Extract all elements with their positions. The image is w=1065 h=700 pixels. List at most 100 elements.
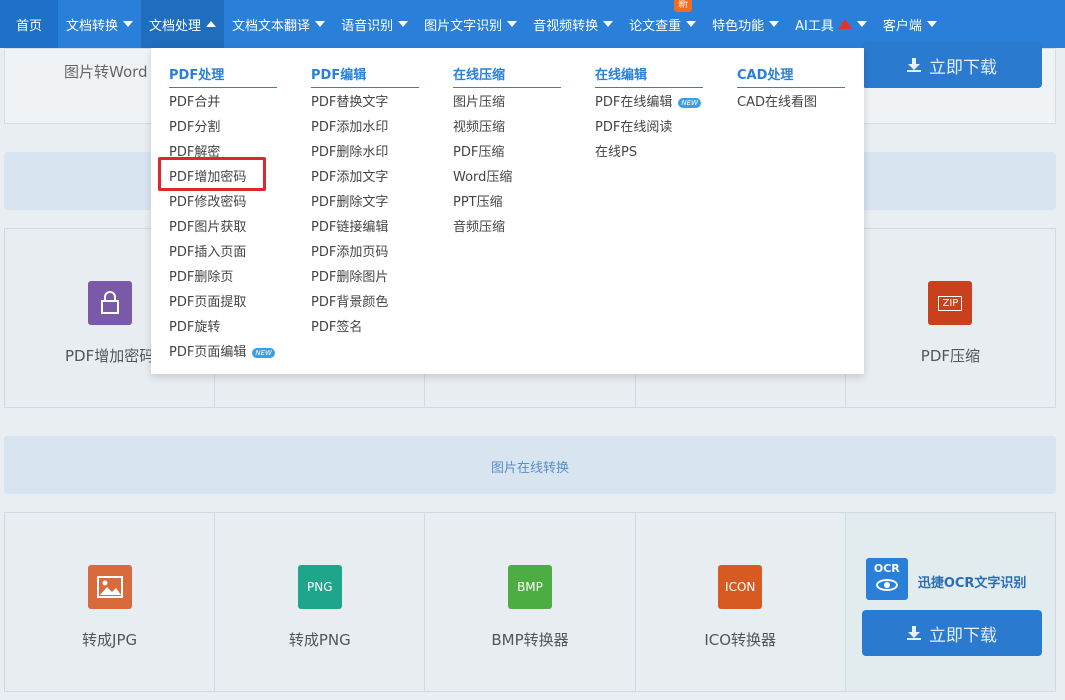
nav-plagiarism[interactable]: 论文查重 新 <box>621 0 704 48</box>
menu-item[interactable]: PDF添加页码 <box>311 240 419 265</box>
bmp-icon-text: BMP <box>517 580 543 594</box>
menu-item-label: PDF页面编辑 <box>169 345 247 360</box>
nav-doc-translate[interactable]: 文档文本翻译 <box>224 0 333 48</box>
nav-av-convert[interactable]: 音视频转换 <box>525 0 621 48</box>
menu-item[interactable]: PDF页面编辑 NEW <box>169 340 277 365</box>
new-tag: NEW <box>252 347 275 358</box>
menu-item[interactable]: PDF旋转 <box>169 315 277 340</box>
tool-card[interactable]: ZIP PDF压缩 <box>845 229 1056 407</box>
menu-item-label: PDF替换文字 <box>311 95 389 110</box>
menu-item-label: PDF添加文字 <box>311 170 389 185</box>
chevron-down-icon <box>398 21 409 27</box>
menu-item[interactable]: PDF图片获取 <box>169 215 277 240</box>
menu-item[interactable]: PDF分割 <box>169 115 277 140</box>
menu-item-label: PDF分割 <box>169 120 221 135</box>
bmp-icon: BMP <box>508 565 552 609</box>
menu-item-label: PDF删除水印 <box>311 145 389 160</box>
download-label: 立即下载 <box>929 625 997 646</box>
nav-label: 图片文字识别 <box>424 18 503 34</box>
menu-item[interactable]: PDF在线阅读 <box>595 115 703 140</box>
nav-label: 客户端 <box>882 18 922 34</box>
lock-icon <box>87 281 132 325</box>
download-icon <box>907 626 921 640</box>
menu-item[interactable]: PDF签名 <box>311 315 419 340</box>
menu-column-title: 在线压缩 <box>453 64 561 88</box>
menu-item-label: 视频压缩 <box>453 120 506 135</box>
ico-icon-text: ICON <box>725 580 756 594</box>
menu-item[interactable]: PDF删除水印 <box>311 140 419 165</box>
nav-client[interactable]: 客户端 <box>875 0 945 48</box>
menu-item[interactable]: 音频压缩 <box>453 215 561 240</box>
menu-item-label: PPT压缩 <box>453 195 503 210</box>
menu-item[interactable]: PDF修改密码 <box>169 190 277 215</box>
menu-item[interactable]: PDF删除文字 <box>311 190 419 215</box>
chevron-down-icon <box>123 21 134 27</box>
download-button[interactable]: 立即下载 <box>862 42 1042 88</box>
menu-item[interactable]: PDF插入页面 <box>169 240 277 265</box>
nav-doc-convert[interactable]: 文档转换 <box>58 0 141 48</box>
tool-card[interactable]: BMP BMP转换器 <box>425 513 636 691</box>
nav-label: 语音识别 <box>341 18 394 34</box>
menu-item-label: 音频压缩 <box>453 220 506 235</box>
menu-item[interactable]: PDF页面提取 <box>169 290 277 315</box>
nav-doc-process[interactable]: 文档处理 <box>141 0 225 48</box>
menu-item[interactable]: PDF删除页 <box>169 265 277 290</box>
menu-item[interactable]: CAD在线看图 <box>737 90 845 115</box>
ocr-download-button[interactable]: 立即下载 <box>862 610 1042 656</box>
ico-icon: ICON <box>718 565 763 609</box>
menu-column-cad: CAD处理 CAD在线看图 <box>737 64 845 115</box>
flag-icon <box>837 19 852 29</box>
menu-item[interactable]: 在线PS <box>595 140 703 165</box>
menu-item[interactable]: 图片压缩 <box>453 90 561 115</box>
nav-label: AI工具 <box>795 18 834 34</box>
menu-item[interactable]: 视频压缩 <box>453 115 561 140</box>
menu-item-label: 图片压缩 <box>453 95 506 110</box>
menu-item[interactable]: PDF背景颜色 <box>311 290 419 315</box>
new-tag: NEW <box>678 97 701 108</box>
tool-grid-row: 转成JPG PNG 转成PNG BMP BMP转换器 ICON ICO转换器 O… <box>4 512 1056 692</box>
menu-item[interactable]: PDF替换文字 <box>311 90 419 115</box>
tool-card[interactable]: PNG 转成PNG <box>215 513 426 691</box>
menu-item-label: 在线PS <box>595 145 638 160</box>
menu-item[interactable]: PDF添加水印 <box>311 115 419 140</box>
nav-image-ocr[interactable]: 图片文字识别 <box>416 0 525 48</box>
nav-speech[interactable]: 语音识别 <box>333 0 416 48</box>
chevron-down-icon <box>856 21 867 27</box>
nav-label: 论文查重 <box>629 18 682 34</box>
menu-column-online-edit: 在线编辑 PDF在线编辑 NEW PDF在线阅读 在线PS <box>595 64 703 165</box>
tool-label: 图片转Word <box>64 63 148 81</box>
ocr-logo-text: OCR <box>873 562 900 575</box>
menu-column-title: PDF处理 <box>169 64 277 88</box>
menu-column-title: 在线编辑 <box>595 64 703 88</box>
tool-label: BMP转换器 <box>491 631 569 649</box>
ocr-promo-title: 迅捷OCR文字识别 <box>917 576 1027 591</box>
menu-item[interactable]: PDF合并 <box>169 90 277 115</box>
nav-label: 特色功能 <box>712 18 765 34</box>
menu-item-label: PDF签名 <box>311 320 363 335</box>
menu-item[interactable]: Word压缩 <box>453 165 561 190</box>
menu-item[interactable]: PDF压缩 <box>453 140 561 165</box>
nav-features[interactable]: 特色功能 <box>704 0 787 48</box>
menu-item[interactable]: PDF添加文字 <box>311 165 419 190</box>
menu-item[interactable]: PDF在线编辑 NEW <box>595 90 703 115</box>
download-label: 立即下载 <box>929 57 997 78</box>
menu-item[interactable]: PPT压缩 <box>453 190 561 215</box>
menu-item-label: PDF页面提取 <box>169 295 247 310</box>
menu-item-label: PDF旋转 <box>169 320 221 335</box>
menu-item-label: PDF压缩 <box>453 145 505 160</box>
new-badge: 新 <box>674 0 693 12</box>
nav-ai-tools[interactable]: AI工具 <box>787 0 875 48</box>
menu-item-label: PDF合并 <box>169 95 221 110</box>
tool-label: 转成JPG <box>82 631 138 649</box>
png-icon: PNG <box>297 565 342 609</box>
chevron-down-icon <box>926 21 937 27</box>
menu-item[interactable]: PDF删除图片 <box>311 265 419 290</box>
tool-label: 转成PNG <box>288 631 351 649</box>
tool-card[interactable]: 转成JPG <box>5 513 216 691</box>
menu-item[interactable]: PDF链接编辑 <box>311 215 419 240</box>
nav-home[interactable]: 首页 <box>0 0 59 48</box>
menu-column-compress: 在线压缩 图片压缩 视频压缩 PDF压缩 Word压缩 PPT压缩 音频压缩 <box>453 64 561 240</box>
section-title: 图片在线转换 <box>490 461 569 476</box>
top-nav: 首页 文档转换 文档处理 文档文本翻译 语音识别 图片文字识别 音视频转换 论文… <box>0 0 1065 48</box>
tool-card[interactable]: ICON ICO转换器 <box>635 513 846 691</box>
